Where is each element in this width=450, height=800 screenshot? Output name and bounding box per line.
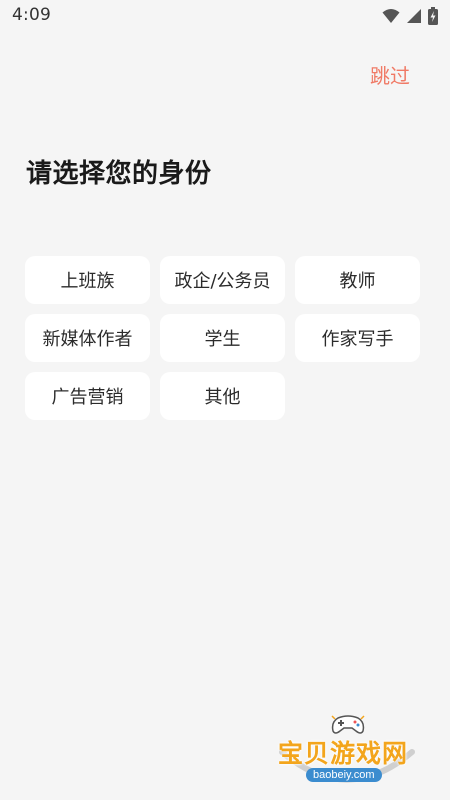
watermark-brand-text: 宝贝游戏网 bbox=[278, 739, 409, 768]
option-student[interactable]: 学生 bbox=[160, 314, 285, 362]
option-teacher[interactable]: 教师 bbox=[295, 256, 420, 304]
watermark-logo: 宝贝游戏网 baobeiy.com bbox=[272, 712, 422, 794]
option-office-worker[interactable]: 上班族 bbox=[25, 256, 150, 304]
option-writer[interactable]: 作家写手 bbox=[295, 314, 420, 362]
status-icons bbox=[382, 6, 438, 26]
cellular-signal-icon bbox=[406, 8, 422, 24]
status-time: 4:09 bbox=[12, 5, 51, 25]
watermark-domain: baobeiy.com bbox=[306, 768, 382, 782]
skip-button[interactable]: 跳过 bbox=[370, 60, 410, 89]
option-government-civil-servant[interactable]: 政企/公务员 bbox=[160, 256, 285, 304]
option-other[interactable]: 其他 bbox=[160, 372, 285, 420]
identity-options-grid: 上班族 政企/公务员 教师 新媒体作者 学生 作家写手 广告营销 其他 bbox=[25, 256, 420, 420]
battery-charging-icon bbox=[428, 7, 438, 25]
page-title: 请选择您的身份 bbox=[26, 159, 212, 189]
option-advertising-marketing[interactable]: 广告营销 bbox=[25, 372, 150, 420]
status-bar: 4:09 bbox=[0, 0, 450, 32]
wifi-icon bbox=[382, 8, 400, 24]
option-new-media-author[interactable]: 新媒体作者 bbox=[25, 314, 150, 362]
